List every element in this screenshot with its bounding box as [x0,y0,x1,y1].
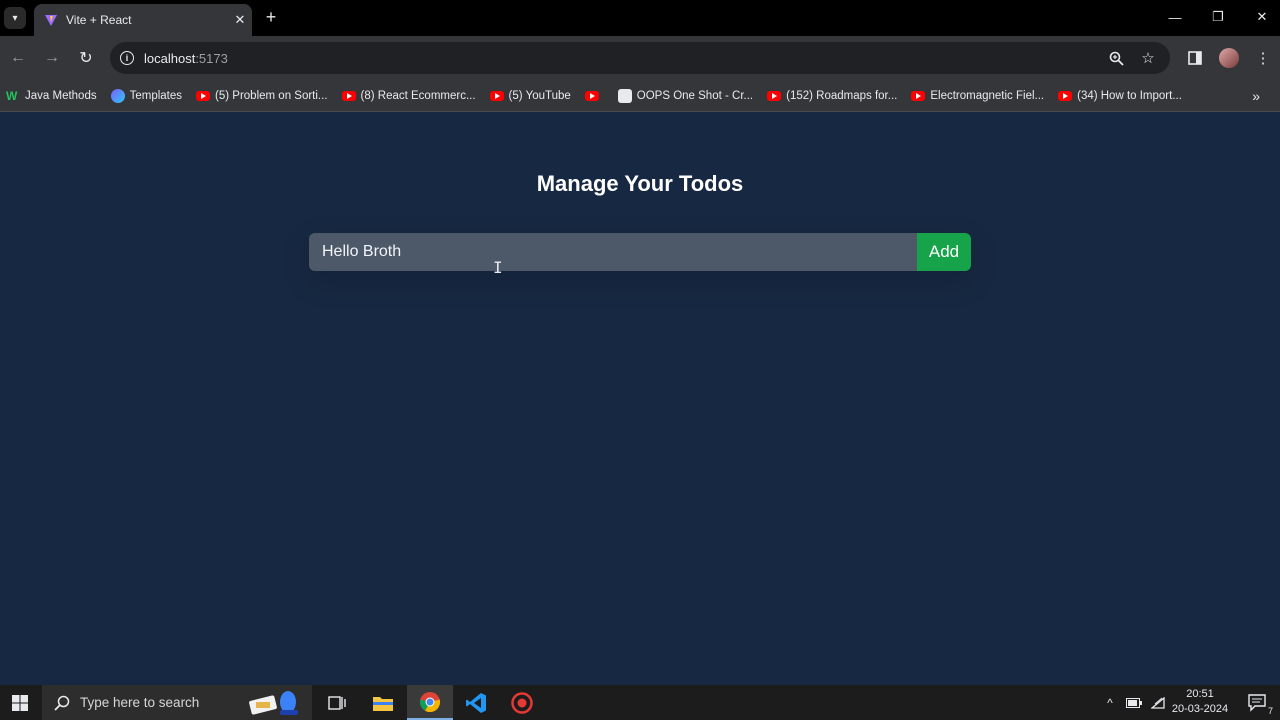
youtube-icon [341,90,356,101]
battery-button[interactable] [1124,685,1144,720]
add-button[interactable]: Add [917,233,971,271]
youtube-icon [767,90,782,101]
bookmark-item[interactable]: (5) Problem on Sorti... [196,89,328,102]
bookmark-label: (8) React Ecommerc... [360,89,476,102]
tab-active[interactable]: Vite + React ✕ [34,4,252,36]
new-tab-button[interactable]: + [260,6,282,28]
text-cursor-icon: I [493,258,503,277]
chevron-up-icon: ^ [1107,695,1113,710]
bookmark-label: OOPS One Shot - Cr... [636,89,754,102]
recorder-taskbar-button[interactable] [499,685,545,720]
todo-input[interactable] [309,233,917,271]
bookmark-label: (5) YouTube [508,89,571,102]
reload-icon: ↻ [79,50,93,67]
screen-recorder-icon [511,691,533,714]
back-button[interactable]: ← [6,46,30,70]
show-hidden-icons-button[interactable]: ^ [1100,685,1120,720]
arrow-left-icon: ← [10,49,26,66]
browser-toolbar: ← → ↻ i localhost :5173 ☆ ⋮ [0,36,1280,80]
bookmark-label: (5) Problem on Sorti... [215,89,328,102]
bookmark-item[interactable]: (8) React Ecommerc... [341,89,476,102]
site-info-icon[interactable]: i [120,51,134,65]
youtube-icon [911,90,926,101]
tab-strip: ▾ Vite + React ✕ + — ❐ ✕ [0,0,1280,36]
search-placeholder: Type here to search [80,695,200,710]
notification-center-button[interactable]: 7 [1238,685,1278,720]
search-highlight-icon [249,691,298,715]
zoom-icon[interactable] [1108,50,1124,66]
window-close-button[interactable]: ✕ [1247,6,1277,28]
java-methods-icon: W [6,88,18,103]
bookmark-label: (152) Roadmaps for... [786,89,898,102]
bookmark-item[interactable]: Electromagnetic Fiel... [911,90,1044,102]
taskbar-search[interactable]: Type here to search [42,685,312,720]
arrow-right-icon: → [44,49,60,66]
windows-icon [12,694,28,711]
avatar-icon [1219,48,1239,68]
task-view-button[interactable] [314,685,360,720]
bookmark-item[interactable]: (34) How to Import... [1058,90,1182,102]
templates-icon [110,88,125,103]
wifi-icon [1151,696,1165,709]
bookmarks-overflow-button[interactable]: » [1252,88,1260,104]
bookmark-item[interactable]: (152) Roadmaps for... [767,90,897,102]
tab-search-button[interactable]: ▾ [4,7,26,29]
address-bar[interactable]: i localhost :5173 ☆ [110,42,1170,74]
taskbar: Type here to search ^ 20:51 20-03-2024 7 [0,685,1280,720]
youtube-icon [489,90,504,101]
vscode-taskbar-button[interactable] [453,685,499,720]
minimize-button[interactable]: — [1160,6,1190,28]
taskbar-clock[interactable]: 20:51 20-03-2024 [1170,687,1230,717]
bookmark-label: Electromagnetic Fiel... [930,89,1045,102]
reload-button[interactable]: ↻ [74,46,98,70]
bookmark-item[interactable]: W Java Methods [6,90,97,102]
search-icon [54,695,70,711]
bookmark-label: (34) How to Import... [1077,89,1182,102]
folder-icon [373,696,393,711]
todo-form: Add [309,233,971,271]
browser-menu-button[interactable]: ⋮ [1251,46,1275,70]
bookmark-item[interactable]: Templates [110,88,183,103]
url-host: localhost [144,50,196,66]
clock-time: 20:51 [1186,688,1214,700]
tab-close-icon[interactable]: ✕ [228,12,252,28]
vscode-icon [466,692,486,713]
file-explorer-button[interactable] [360,685,406,720]
side-panel-icon[interactable] [1183,46,1207,70]
notification-icon [1248,693,1266,712]
vite-icon [45,15,57,26]
app-page: Manage Your Todos Add I [0,113,1280,685]
bookmark-item[interactable] [584,90,604,101]
restore-button[interactable]: ❐ [1203,6,1233,28]
bookmark-label: Templates [129,89,183,102]
bookmarks-bar: W Java Methods Templates (5) Problem on Sor… [0,80,1280,112]
profile-avatar[interactable] [1217,46,1241,70]
chrome-icon [419,691,441,712]
chevron-down-icon: ▾ [12,12,18,24]
bookmark-item[interactable]: (5) YouTube [489,89,571,102]
start-button[interactable] [0,685,40,720]
bookmark-star-icon[interactable]: ☆ [1140,50,1156,67]
battery-icon [1126,697,1142,708]
task-view-icon [328,695,346,710]
youtube-icon [584,90,599,101]
bookmark-item[interactable]: OOPS One Shot - Cr... [617,88,754,103]
github-icon [617,88,632,103]
forward-button[interactable]: → [40,46,64,70]
url-port: :5173 [195,50,228,66]
notification-count: 7 [1267,706,1273,716]
bookmark-label: Java Methods [25,89,97,102]
youtube-icon [196,90,211,101]
tab-title: Vite + React [66,13,132,27]
network-button[interactable] [1148,685,1168,720]
youtube-icon [1058,90,1073,101]
chrome-taskbar-button[interactable] [407,685,453,720]
more-vertical-icon: ⋮ [1255,50,1271,67]
page-title: Manage Your Todos [536,171,744,196]
clock-date: 20-03-2024 [1171,703,1229,715]
